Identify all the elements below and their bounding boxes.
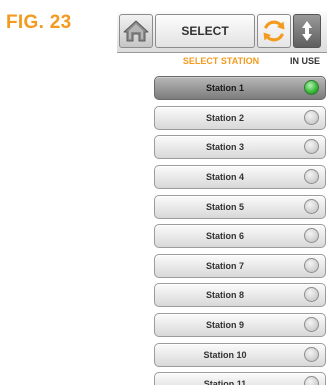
in-use-indicator <box>304 287 319 303</box>
home-button[interactable] <box>119 14 153 48</box>
in-use-indicator <box>304 80 319 95</box>
station-row[interactable]: Station 3 <box>154 135 326 160</box>
station-name: Station 9 <box>205 320 244 331</box>
station-name: Station 5 <box>205 201 244 212</box>
in-use-indicator <box>304 168 319 184</box>
station-name: Station 7 <box>205 260 244 271</box>
station-row[interactable]: Station 11 <box>154 372 326 385</box>
in-use-indicator <box>304 376 319 385</box>
select-button[interactable]: SELECT <box>155 14 255 48</box>
station-name: Station 8 <box>205 290 244 301</box>
station-name: Station 6 <box>205 231 244 242</box>
station-row[interactable]: Station 1 <box>154 76 326 100</box>
refresh-icon <box>263 20 285 42</box>
home-icon <box>123 20 149 42</box>
station-row[interactable]: Station 10 <box>154 342 326 367</box>
station-row[interactable]: Station 5 <box>154 194 326 219</box>
station-row[interactable]: Station 9 <box>154 313 326 338</box>
station-name: Station 11 <box>203 379 247 385</box>
station-row[interactable]: Station 4 <box>154 164 326 189</box>
station-select-screen: SELECT SELECT STATION IN USE Station 1 St… <box>117 12 327 385</box>
station-name: Station 3 <box>205 142 244 153</box>
station-name: Station 1 <box>205 83 244 93</box>
in-use-indicator <box>304 139 319 155</box>
station-name: Station 10 <box>203 349 247 360</box>
toolbar: SELECT <box>117 12 327 53</box>
in-use-header: IN USE <box>289 56 320 66</box>
in-use-indicator <box>304 257 319 273</box>
in-use-indicator <box>304 228 319 244</box>
figure-label: FIG. 23 <box>6 12 72 33</box>
station-row[interactable]: Station 6 <box>154 224 326 249</box>
refresh-button[interactable] <box>257 14 291 48</box>
station-list: Station 1 Station 2 Station 3 Station 4 Stat… <box>154 76 326 385</box>
in-use-indicator <box>304 198 319 214</box>
in-use-indicator <box>304 346 319 362</box>
in-use-indicator <box>304 317 319 333</box>
in-use-indicator <box>304 109 319 125</box>
station-row[interactable]: Station 2 <box>154 105 326 130</box>
scroll-button[interactable] <box>293 14 321 48</box>
station-row[interactable]: Station 7 <box>154 253 326 278</box>
select-station-header: SELECT STATION <box>182 56 260 66</box>
station-name: Station 4 <box>205 171 244 182</box>
station-row[interactable]: Station 8 <box>154 283 326 308</box>
scroll-up-down-icon <box>302 21 312 41</box>
station-name: Station 2 <box>205 112 244 123</box>
